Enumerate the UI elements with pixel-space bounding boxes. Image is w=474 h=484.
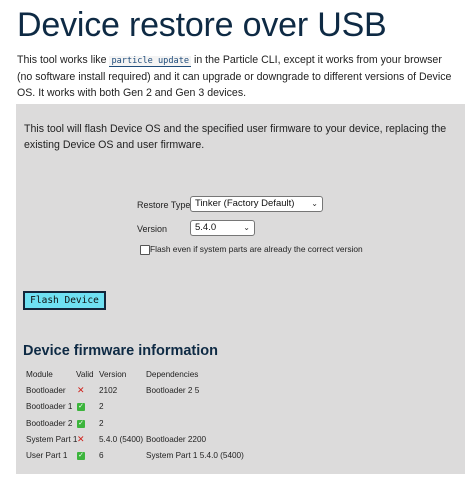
version-cell: 2102: [99, 386, 118, 396]
column-header: Version: [99, 370, 127, 379]
module-cell: Bootloader: [26, 386, 66, 396]
valid-cell: ✓: [77, 418, 85, 428]
restore-type-value: Tinker (Factory Default): [195, 198, 295, 209]
dependencies-cell: Bootloader 2200: [146, 434, 207, 444]
chevron-down-icon: ⌄: [243, 223, 250, 232]
column-header: Dependencies: [146, 370, 199, 379]
chevron-down-icon: ⌄: [311, 199, 318, 208]
version-label: Version: [137, 224, 168, 234]
restore-panel: This tool will flash Device OS and the s…: [16, 104, 465, 474]
valid-cell: ✓: [77, 401, 85, 412]
module-cell: Bootloader 1: [26, 402, 73, 412]
module-cell: User Part 1: [26, 451, 68, 460]
valid-cell: ✕: [77, 434, 85, 445]
check-mark-icon: ✓: [77, 403, 85, 412]
force-flash-checkbox[interactable]: [140, 245, 150, 255]
module-cell: System Part 1: [26, 434, 78, 444]
x-mark-icon: ✕: [77, 385, 85, 396]
intro-text: This tool works like particle update in …: [17, 52, 457, 101]
version-cell: 2: [99, 418, 104, 428]
check-mark-icon: ✓: [77, 452, 85, 460]
version-cell: 2: [99, 402, 104, 412]
panel-description: This tool will flash Device OS and the s…: [24, 123, 447, 151]
firmware-heading: Device firmware information: [23, 343, 218, 359]
restore-type-select[interactable]: Tinker (Factory Default) ⌄: [190, 196, 323, 212]
dependencies-cell: System Part 1 5.4.0 (5400): [146, 451, 244, 460]
dependencies-cell: Bootloader 2 5: [146, 386, 200, 396]
intro-before: This tool works like: [17, 54, 110, 66]
restore-type-label: Restore Type: [137, 200, 191, 210]
x-mark-icon: ✕: [77, 433, 85, 444]
version-value: 5.4.0: [195, 222, 217, 233]
column-header: Valid: [76, 370, 94, 379]
force-flash-label[interactable]: Flash even if system parts are already t…: [150, 244, 363, 254]
version-cell: 5.4.0 (5400): [99, 434, 144, 444]
check-mark-icon: ✓: [77, 419, 85, 428]
flash-device-button[interactable]: Flash Device: [23, 291, 106, 310]
valid-cell: ✕: [77, 385, 85, 396]
module-cell: Bootloader 2: [26, 418, 73, 428]
version-select[interactable]: 5.4.0 ⌄: [190, 220, 255, 236]
page-title: Device restore over USB: [17, 6, 387, 44]
intro-code-link[interactable]: particle update: [109, 56, 192, 67]
version-cell: 6: [99, 451, 104, 460]
valid-cell: ✓: [77, 450, 85, 460]
column-header: Module: [26, 370, 53, 379]
